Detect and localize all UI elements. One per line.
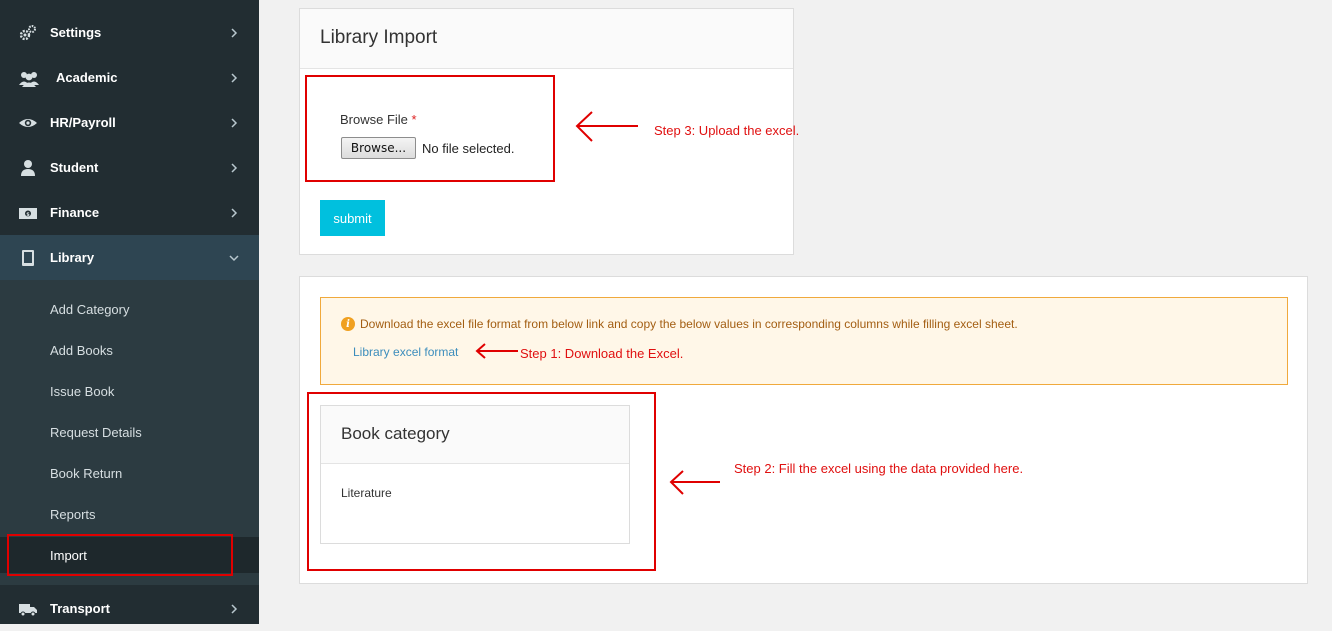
sidebar-item-label: Library: [50, 250, 95, 265]
info-icon: i: [341, 317, 355, 331]
info-alert: i Download the excel file format from be…: [320, 297, 1288, 385]
panel-header: Library Import: [300, 9, 793, 69]
submenu-item-label: Request Details: [50, 424, 142, 440]
sidebar-item-transport[interactable]: Transport: [0, 586, 259, 631]
arrow-left-icon: [575, 111, 638, 142]
chevron-right-icon: [231, 162, 238, 173]
library-excel-format-link[interactable]: Library excel format: [353, 345, 458, 359]
sidebar-item-library[interactable]: Library: [0, 235, 259, 280]
submenu-item-label: Issue Book: [50, 383, 115, 399]
step2-annotation: Step 2: Fill the excel using the data pr…: [734, 461, 1024, 476]
book-icon: [22, 249, 34, 266]
svg-text:$: $: [26, 212, 30, 218]
submenu-item-label: Reports: [50, 506, 96, 522]
truck-icon: [19, 603, 37, 616]
category-highlight-box: [307, 392, 656, 571]
sidebar-item-hr-payroll[interactable]: HR/Payroll: [0, 100, 259, 145]
arrow-left-icon: [669, 470, 720, 495]
submenu-item-book-return[interactable]: Book Return: [0, 458, 259, 488]
sidebar-item-settings[interactable]: Settings: [0, 10, 259, 55]
submenu-item-add-category[interactable]: Add Category: [0, 294, 259, 324]
submenu-item-issue-book[interactable]: Issue Book: [0, 376, 259, 406]
user-icon: [21, 159, 35, 176]
chevron-right-icon: [231, 27, 238, 38]
sidebar-item-label: HR/Payroll: [50, 115, 116, 130]
chevron-right-icon: [231, 603, 238, 614]
sidebar-item-label: Settings: [50, 25, 102, 40]
users-icon: [19, 71, 39, 87]
step1-annotation: Step 1: Download the Excel.: [520, 346, 684, 361]
money-icon: $: [19, 207, 37, 219]
sidebar-item-student[interactable]: Student: [0, 145, 259, 190]
submenu-item-label: Add Category: [50, 301, 130, 317]
arrow-left-icon: [475, 343, 518, 359]
submenu-item-label: Add Books: [50, 342, 113, 358]
sidebar-item-label: Finance: [50, 205, 100, 220]
submit-button[interactable]: submit: [320, 200, 385, 236]
sidebar-item-academic[interactable]: Academic: [0, 55, 259, 100]
import-highlight-box: [7, 534, 233, 576]
chevron-right-icon: [231, 117, 238, 128]
chevron-right-icon: [231, 72, 238, 83]
sidebar-item-label: Student: [50, 160, 99, 175]
eye-icon: [19, 118, 37, 127]
chevron-right-icon: [231, 207, 238, 218]
info-message: Download the excel file format from belo…: [360, 317, 1018, 331]
submenu-item-request-details[interactable]: Request Details: [0, 417, 259, 447]
step3-annotation: Step 3: Upload the excel.: [654, 123, 800, 138]
chevron-down-icon: [229, 254, 239, 261]
upload-highlight-box: [305, 75, 555, 182]
submenu-item-label: Book Return: [50, 465, 123, 481]
page-title: Library Import: [320, 27, 438, 48]
sidebar-item-label: Transport: [50, 601, 110, 616]
sidebar-item-finance[interactable]: $ Finance: [0, 190, 259, 235]
cogs-icon: [19, 24, 36, 40]
submenu-item-add-books[interactable]: Add Books: [0, 335, 259, 365]
sidebar: Settings Academic HR/Payroll Student $ F…: [0, 0, 259, 624]
submenu-item-reports[interactable]: Reports: [0, 499, 259, 529]
sidebar-item-label: Academic: [56, 70, 118, 85]
